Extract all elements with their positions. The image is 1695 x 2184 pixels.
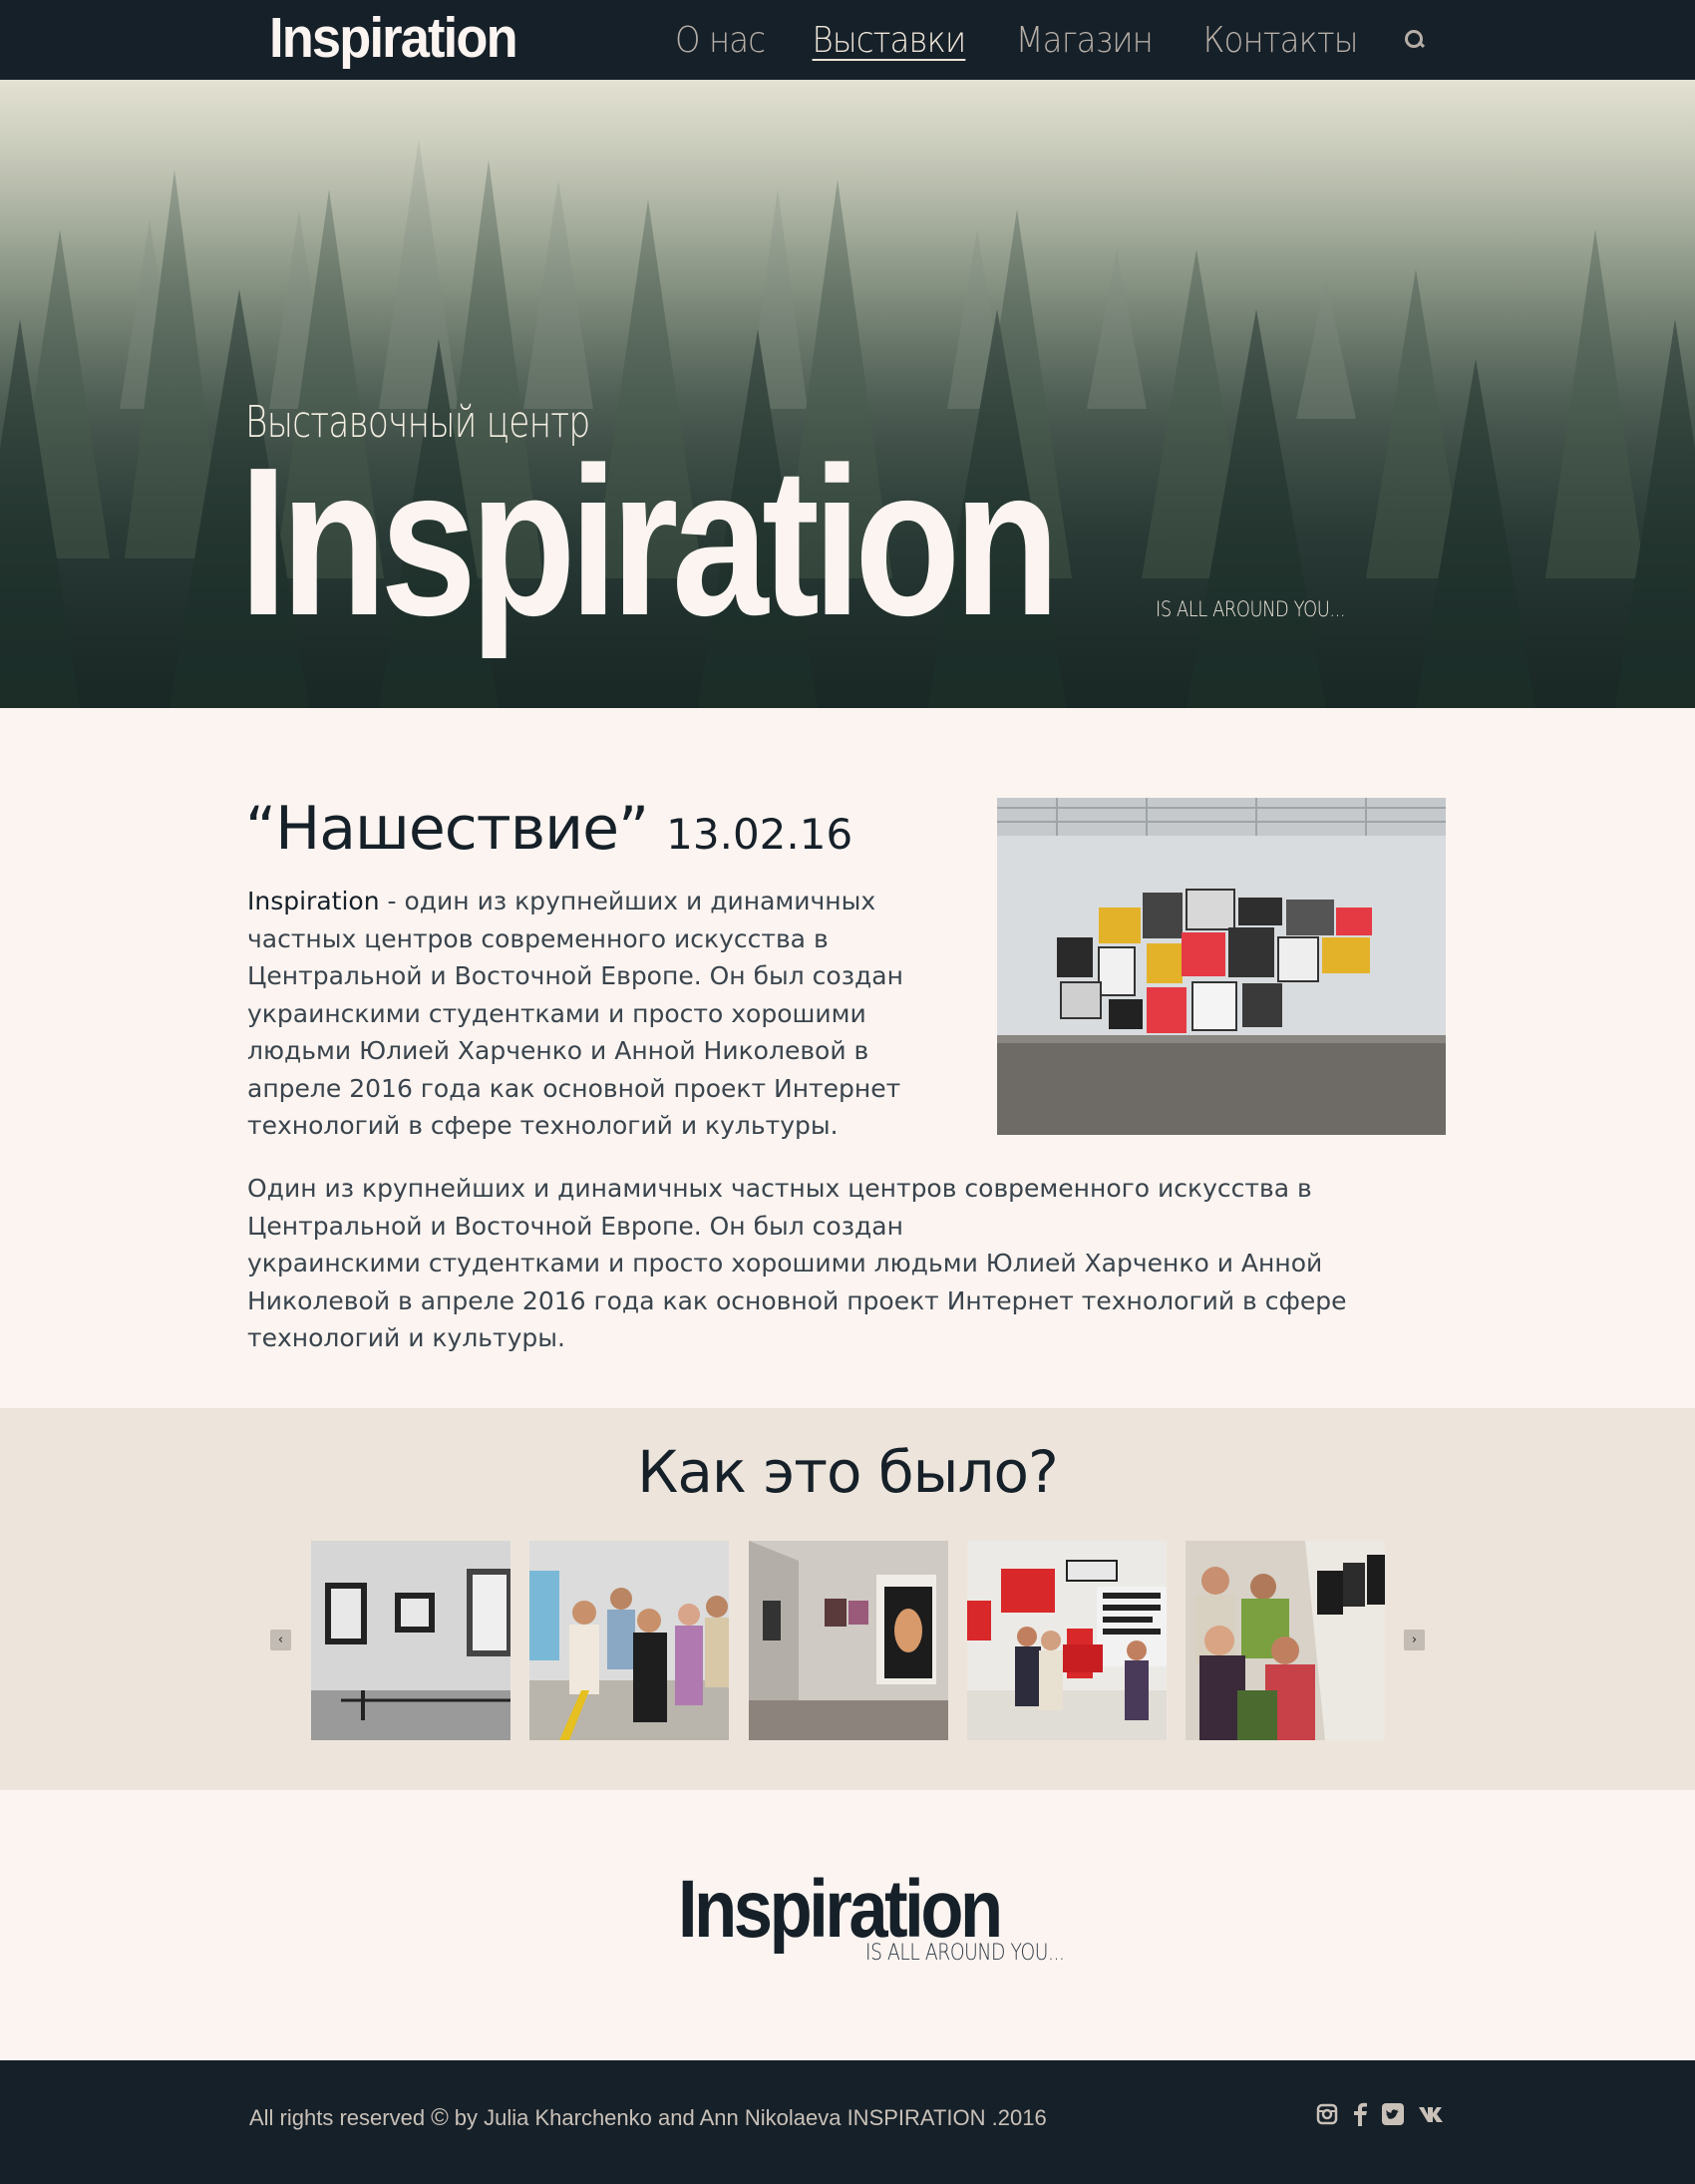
menu-item-shop[interactable]: Магазин: [1016, 20, 1154, 61]
main-menu: О нас Выставки Магазин Контакты: [670, 0, 1426, 80]
site-footer: All rights reserved © by Julia Kharchenko …: [0, 2060, 1695, 2184]
twitter-icon[interactable]: [1382, 2103, 1404, 2130]
vk-icon[interactable]: [1418, 2105, 1448, 2128]
gallery-thumb-1[interactable]: [311, 1541, 510, 1740]
copyright-text: All rights reserved © by Julia Kharchenko …: [249, 2104, 1047, 2132]
gallery-title: Как это было?: [637, 1438, 1059, 1506]
intro-text: - один из крупнейших и динамичных частны…: [247, 887, 903, 1140]
credits-text: by Julia Kharchenko and Ann Nikolaeva IN…: [454, 2105, 1047, 2130]
gallery-thumb-2[interactable]: [529, 1541, 729, 1740]
hero-title: Inspiration: [239, 423, 1060, 659]
copyright-symbol: ©: [431, 2104, 449, 2131]
exhibition-heading: “Нашествие” 13.02.16: [245, 794, 852, 864]
site-logo[interactable]: Inspiration: [269, 2, 518, 74]
exhibition-date: 13.02.16: [666, 810, 853, 859]
menu-item-exhibitions[interactable]: Выставки: [813, 20, 967, 61]
hero-tagline: IS ALL AROUND YOU...: [1156, 597, 1346, 621]
gallery-section: Как это было? ‹ ›: [0, 1408, 1695, 1790]
exhibition-intro: Inspiration - один из крупнейших и динам…: [247, 883, 957, 1145]
top-navbar: Inspiration О нас Выставки Магазин Конта…: [0, 0, 1695, 80]
social-links: [1316, 2102, 1448, 2131]
gallery-thumb-4[interactable]: [967, 1541, 1167, 1740]
footer-logo-tagline: IS ALL AROUND YOU...: [865, 1941, 1065, 1966]
rights-text: All rights reserved: [249, 2105, 426, 2130]
gallery-thumb-5[interactable]: [1186, 1541, 1385, 1740]
chevron-right-icon[interactable]: ›: [1404, 1630, 1425, 1650]
exhibition-description: Один из крупнейших и динамичных частных …: [247, 1170, 1454, 1357]
search-icon[interactable]: [1404, 29, 1426, 51]
chevron-left-icon[interactable]: ‹: [270, 1630, 291, 1650]
hero-banner: Выставочный центр Inspiration IS ALL ARO…: [0, 80, 1695, 708]
intro-brand: Inspiration: [247, 887, 380, 915]
body-line-2: украинскими студентками и просто хорошим…: [247, 1249, 1347, 1352]
menu-item-contacts[interactable]: Контакты: [1202, 20, 1358, 61]
menu-item-about[interactable]: О нас: [675, 20, 766, 61]
facebook-icon[interactable]: [1352, 2102, 1368, 2131]
instagram-icon[interactable]: [1316, 2103, 1338, 2130]
exhibition-photo: [997, 798, 1446, 1135]
exhibition-title: “Нашествие”: [245, 794, 649, 864]
gallery-thumb-3[interactable]: [749, 1541, 948, 1740]
body-line-1: Один из крупнейших и динамичных частных …: [247, 1174, 1312, 1241]
